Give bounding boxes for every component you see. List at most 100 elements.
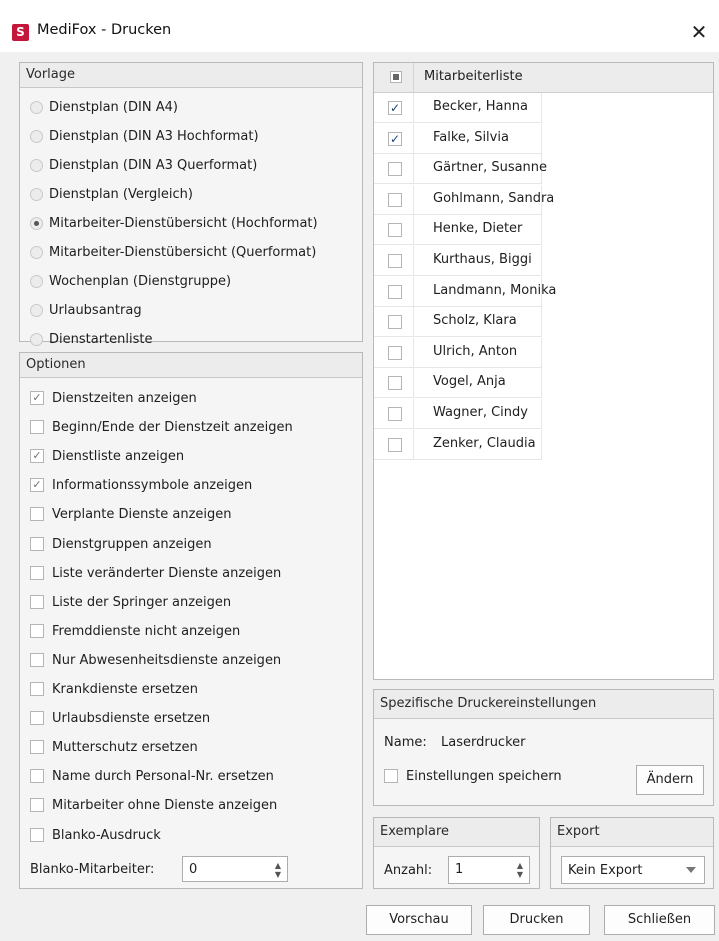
mitarbeiter-row[interactable]: ✓ Becker, Hanna xyxy=(374,93,542,123)
option-label: Liste der Springer anzeigen xyxy=(52,594,232,610)
column-divider xyxy=(413,154,414,184)
checkmark-icon[interactable]: ✓ xyxy=(388,101,402,115)
export-selected-value: Kein Export xyxy=(568,863,643,878)
checkbox-box[interactable] xyxy=(30,652,44,667)
checkbox-box[interactable] xyxy=(30,536,44,551)
checkmark-icon[interactable]: ✓ xyxy=(30,478,44,493)
radio-button[interactable] xyxy=(30,333,43,346)
row-checkbox[interactable] xyxy=(388,315,402,330)
row-checkbox[interactable] xyxy=(388,254,402,268)
vorlage-option-label: Wochenplan (Dienstgruppe) xyxy=(49,274,232,289)
mitarbeiter-name: Vogel, Anja xyxy=(433,374,506,390)
row-checkbox[interactable] xyxy=(388,162,402,177)
chevron-down-icon[interactable] xyxy=(686,867,696,873)
radio-button[interactable] xyxy=(30,304,43,317)
row-checkbox[interactable] xyxy=(388,345,402,360)
vorlage-option-label: Dienstplan (DIN A3 Hochformat) xyxy=(49,129,259,144)
mitarbeiter-row[interactable]: Vogel, Anja xyxy=(374,368,542,399)
druckereinstellungen-header: Spezifische Druckereinstellungen xyxy=(374,690,713,719)
column-divider xyxy=(413,337,414,367)
close-window-button[interactable]: ✕ xyxy=(679,14,719,50)
mitarbeiter-name: Ulrich, Anton xyxy=(433,343,518,359)
aendern-button[interactable]: Ändern xyxy=(636,765,704,795)
anzahl-stepper[interactable]: 1 ▲ ▼ xyxy=(448,856,530,884)
mitarbeiter-row[interactable]: Kurthaus, Biggi xyxy=(374,246,542,276)
select-all-checkbox[interactable] xyxy=(390,71,402,83)
radio-button[interactable] xyxy=(30,159,43,172)
row-checkbox[interactable] xyxy=(388,437,402,452)
blanko-mitarbeiter-value: 0 xyxy=(189,862,198,877)
anzahl-label: Anzahl: xyxy=(384,863,433,878)
mitarbeiter-row[interactable]: Henke, Dieter xyxy=(374,215,542,246)
mitarbeiter-row[interactable]: ✓ Falke, Silvia xyxy=(374,123,542,154)
mitarbeiter-row[interactable]: Scholz, Klara xyxy=(374,307,542,338)
mitarbeiter-row[interactable]: Zenker, Claudia xyxy=(374,429,542,460)
checkbox-box[interactable] xyxy=(30,740,44,755)
checkbox-box[interactable] xyxy=(30,827,44,842)
spin-arrows-icon[interactable]: ▲ ▼ xyxy=(517,861,523,879)
checkbox-box[interactable] xyxy=(384,769,398,783)
checkbox-box[interactable] xyxy=(30,798,44,813)
checkbox-box[interactable] xyxy=(30,682,44,696)
checkmark-icon[interactable]: ✓ xyxy=(30,449,44,464)
schliessen-button[interactable]: Schließen xyxy=(604,905,715,935)
column-divider xyxy=(413,93,414,122)
checkbox-box[interactable] xyxy=(30,507,44,522)
column-divider xyxy=(413,307,414,337)
option-label: Mutterschutz ersetzen xyxy=(52,740,198,756)
option-label: Blanko-Ausdruck xyxy=(52,827,161,843)
column-divider xyxy=(413,123,414,153)
radio-button[interactable] xyxy=(30,130,43,143)
mitarbeiter-row[interactable]: Gärtner, Susanne xyxy=(374,154,547,185)
radio-button[interactable] xyxy=(30,275,43,288)
anzahl-value: 1 xyxy=(455,862,464,877)
option-label: Urlaubsdienste ersetzen xyxy=(52,711,211,727)
spin-arrows-icon[interactable]: ▲ ▼ xyxy=(275,861,281,879)
vorschau-button[interactable]: Vorschau xyxy=(366,905,472,935)
radio-button[interactable] xyxy=(30,217,43,230)
mitarbeiter-row[interactable]: Gohlmann, Sandra xyxy=(374,184,554,215)
mitarbeiterliste-grid: Mitarbeiterliste ✓ Becker, Hanna ✓ Falke, S… xyxy=(373,62,714,680)
row-checkbox[interactable] xyxy=(388,407,402,421)
mitarbeiter-name: Landmann, Monika xyxy=(433,282,557,298)
radio-button[interactable] xyxy=(30,246,43,259)
checkbox-box[interactable] xyxy=(30,420,44,435)
checkbox-box[interactable] xyxy=(30,594,44,609)
row-checkbox[interactable] xyxy=(388,284,402,299)
option-label: Fremddienste nicht anzeigen xyxy=(52,623,241,639)
vorlage-option-label: Dienstartenliste xyxy=(49,332,153,347)
column-divider xyxy=(413,246,414,275)
option-label: Krankdienste ersetzen xyxy=(52,682,198,697)
row-checkbox[interactable] xyxy=(388,223,402,238)
header-divider xyxy=(413,63,414,92)
mitarbeiter-name: Gärtner, Susanne xyxy=(433,160,548,176)
exemplare-header: Exemplare xyxy=(374,818,539,847)
mitarbeiter-name: Kurthaus, Biggi xyxy=(433,252,532,267)
mitarbeiter-row[interactable]: Landmann, Monika xyxy=(374,276,556,307)
column-divider xyxy=(413,276,414,306)
option-label: Dienstliste anzeigen xyxy=(52,449,185,465)
medifox-app-icon: S xyxy=(12,24,29,41)
radio-button[interactable] xyxy=(30,101,43,114)
checkbox-box[interactable] xyxy=(30,711,44,726)
close-icon: ✕ xyxy=(690,20,708,44)
row-checkbox[interactable] xyxy=(388,192,402,207)
mitarbeiter-row[interactable]: Wagner, Cindy xyxy=(374,399,542,429)
column-divider xyxy=(413,368,414,398)
radio-button[interactable] xyxy=(30,188,43,201)
checkmark-icon[interactable]: ✓ xyxy=(388,131,402,146)
mitarbeiter-row[interactable]: Ulrich, Anton xyxy=(374,337,542,368)
drucken-button[interactable]: Drucken xyxy=(483,905,590,935)
checkbox-box[interactable] xyxy=(30,769,44,784)
vorlage-group: Vorlage Dienstplan (DIN A4) Dienstplan (D… xyxy=(19,62,363,347)
vorlage-option-label: Mitarbeiter-Dienstübersicht (Hochformat) xyxy=(49,216,318,231)
exemplare-group: Exemplare Anzahl: 1 ▲ ▼ xyxy=(373,817,540,889)
export-select[interactable]: Kein Export xyxy=(561,856,705,884)
checkmark-icon[interactable]: ✓ xyxy=(30,391,44,405)
title-bar: S MediFox - Drucken ✕ xyxy=(0,0,719,52)
checkbox-box[interactable] xyxy=(30,623,44,638)
blanko-mitarbeiter-stepper[interactable]: 0 ▲ ▼ xyxy=(182,856,288,882)
checkbox-box[interactable] xyxy=(30,565,44,580)
vorlage-header: Vorlage xyxy=(20,63,362,88)
row-checkbox[interactable] xyxy=(388,376,402,391)
